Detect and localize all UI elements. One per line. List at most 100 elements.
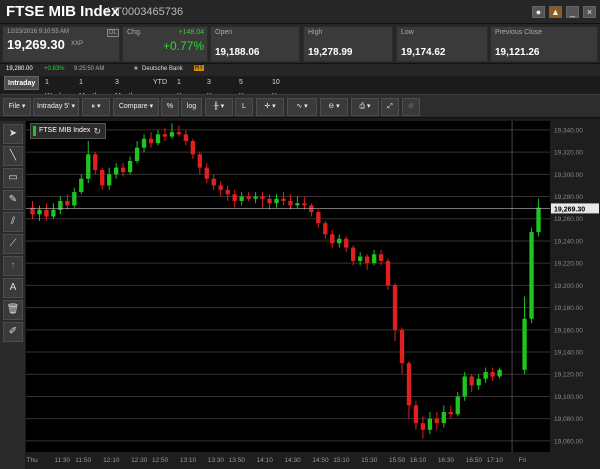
candle-body: [455, 396, 460, 415]
x-tick-label: 15:50: [389, 457, 406, 464]
x-tick-label: 15:10: [333, 457, 350, 464]
x-tick-label: 12:30: [131, 457, 148, 464]
price-chart[interactable]: 19,340.00 19,320.00 19,300.00 19,280.00 19,2…: [26, 121, 600, 469]
tab-ytd[interactable]: YTD: [150, 76, 170, 90]
tab-1-week[interactable]: 1 Week: [42, 76, 66, 100]
candle-body: [93, 154, 98, 170]
tab-3-years[interactable]: 3 Years: [204, 76, 228, 100]
chg-pct: +0.77%: [162, 39, 204, 53]
log-button[interactable]: log: [181, 98, 202, 116]
fullscreen-icon[interactable]: ⤢: [381, 98, 399, 116]
open-label: Open: [215, 29, 233, 36]
candle-body: [427, 418, 433, 430]
y-tick-label: 19,240.00: [554, 238, 583, 245]
x-tick-label: 13:30: [208, 457, 225, 464]
x-tick-label: 16:30: [438, 457, 455, 464]
arrow-up-icon[interactable]: ↑: [3, 256, 23, 276]
candle-body: [536, 207, 541, 233]
x-tick-label: 17:10: [487, 457, 504, 464]
pointer-icon[interactable]: ➤: [3, 124, 23, 144]
fibonacci-icon[interactable]: ⟋: [3, 234, 23, 254]
chart-type-icon[interactable]: ⏸ ▾: [82, 98, 110, 116]
candle-body: [176, 132, 182, 135]
close-icon[interactable]: ×: [583, 6, 596, 18]
alert-icon[interactable]: ▲: [549, 6, 562, 18]
chart-legend: FTSE MIB Index ↻: [30, 123, 106, 139]
zoom-icon[interactable]: ⊖ ▾: [320, 98, 348, 116]
candle-body: [260, 196, 265, 199]
compare-dropdown[interactable]: Compare ▾: [113, 98, 159, 116]
currency: XXP: [71, 41, 84, 47]
y-tick-label: 19,220.00: [554, 261, 583, 268]
candle-body: [497, 369, 502, 377]
x-tick-label: 14:30: [284, 457, 301, 464]
quote-panel: 12/23/2016 9:10:55 AM DL 19,269.30 XXP C…: [0, 24, 600, 64]
low-box: Low 19,174.62: [396, 26, 488, 62]
legend-label: FTSE MIB Index: [39, 127, 91, 134]
candle-body: [490, 372, 495, 377]
x-tick-label: 14:50: [312, 457, 329, 464]
candle-body: [344, 238, 349, 248]
tab-5-years[interactable]: 5 Years: [236, 76, 260, 100]
candle-body: [65, 200, 70, 206]
prev-label: Previous Close: [495, 29, 543, 36]
rectangle-icon[interactable]: ▭: [3, 168, 23, 188]
high-label: High: [308, 29, 323, 36]
pen-icon[interactable]: ✎: [3, 190, 23, 210]
candle-body: [330, 234, 335, 244]
candlestick-chart[interactable]: 19,340.00 19,320.00 19,300.00 19,280.00 19,2…: [26, 121, 600, 469]
tab-1-year[interactable]: 1 Year: [174, 76, 194, 100]
candle-body: [204, 167, 209, 179]
tab-10-years[interactable]: 10 Years: [269, 76, 293, 100]
x-tick-label: 13:50: [229, 457, 246, 464]
x-tick-label: 12:10: [103, 457, 120, 464]
candle-body: [197, 154, 202, 168]
percent-button[interactable]: %: [161, 98, 179, 116]
candle-body: [448, 412, 453, 415]
text-tool-icon[interactable]: A: [3, 278, 23, 298]
candle-body: [274, 198, 279, 204]
chg-abs: +148.04: [178, 29, 205, 36]
user-icon[interactable]: ●: [532, 6, 545, 18]
file-menu-button[interactable]: File ▾: [3, 98, 31, 116]
x-tick-label: Thu: [26, 457, 38, 464]
low-label: Low: [401, 29, 414, 36]
candle-body: [420, 423, 426, 430]
clear-drawings-icon[interactable]: ⊘: [402, 98, 420, 116]
candle-body: [183, 134, 189, 141]
crosshair-icon[interactable]: ✛ ▾: [256, 98, 284, 116]
channel-icon[interactable]: ⫽: [3, 212, 23, 232]
candle-body: [399, 329, 405, 364]
candle-body: [37, 209, 42, 215]
candle-body: [288, 200, 293, 206]
drawing-icon[interactable]: ∿ ▾: [287, 98, 317, 116]
db-icon: ■: [134, 66, 138, 72]
indicator-icon[interactable]: ╫ ▾: [205, 98, 233, 116]
candle-body: [100, 169, 105, 186]
tab-1-month[interactable]: 1 Month: [76, 76, 101, 100]
candle-body: [127, 160, 133, 173]
interval-dropdown[interactable]: Intraday 5' ▾: [33, 98, 79, 116]
candle-body: [522, 318, 527, 370]
ref-row: 19,280.00 +0.83% 9:25:50 AM ■ Deutsche B…: [0, 64, 600, 76]
candle-body: [302, 203, 307, 206]
refresh-icon[interactable]: ↻: [93, 126, 101, 137]
y-tick-label: 19,140.00: [554, 350, 583, 357]
candle-body: [392, 285, 398, 330]
trend-line-icon[interactable]: ╲: [3, 146, 23, 166]
trash-icon[interactable]: 🗑: [3, 300, 23, 320]
tab-intraday[interactable]: Intraday: [4, 76, 40, 90]
print-icon[interactable]: ⎙ ▾: [351, 98, 379, 116]
tab-3-months[interactable]: 3 Months: [112, 76, 141, 100]
candle-body: [406, 363, 412, 406]
y-tick-label: 19,180.00: [554, 305, 583, 312]
chg-label: Chg.: [127, 29, 142, 36]
candle-body: [239, 196, 244, 201]
minimize-icon[interactable]: _: [566, 6, 579, 18]
l-button[interactable]: L: [235, 98, 253, 116]
edit-icon[interactable]: ✐: [3, 322, 23, 342]
candle-body: [134, 147, 140, 161]
x-tick-label: 11:50: [75, 457, 91, 464]
current-price-label: 19,269.30: [554, 206, 585, 213]
candle-body: [113, 167, 119, 175]
